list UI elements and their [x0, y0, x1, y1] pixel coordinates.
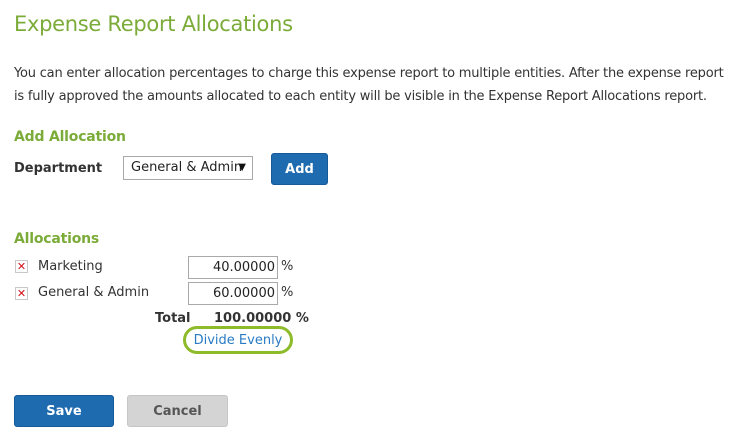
percent-sign: % — [281, 259, 294, 274]
allocation-percent-marketing[interactable]: 40.00000 — [188, 256, 278, 279]
allocation-label-marketing: Marketing — [38, 259, 103, 274]
department-select-value: General & Admin — [131, 160, 243, 175]
add-button[interactable]: Add — [271, 153, 328, 185]
dropdown-arrow-icon: ▼ — [238, 162, 246, 173]
cancel-button[interactable]: Cancel — [127, 395, 228, 427]
page-description: You can enter allocation percentages to … — [14, 66, 724, 104]
percent-sign: % — [281, 285, 294, 300]
remove-general-admin-icon[interactable]: ✕ — [15, 287, 28, 300]
save-button[interactable]: Save — [14, 395, 114, 427]
allocation-percent-general-admin[interactable]: 60.00000 — [188, 282, 278, 305]
department-label: Department — [14, 161, 103, 176]
allocations-heading: Allocations — [14, 231, 100, 247]
add-allocation-heading: Add Allocation — [14, 129, 126, 145]
divide-evenly-link[interactable]: Divide Evenly — [194, 333, 283, 348]
allocation-label-general-admin: General & Admin — [38, 285, 150, 300]
total-value: 100.00000 % — [214, 311, 309, 326]
divide-evenly-highlight: Divide Evenly — [183, 326, 293, 354]
remove-marketing-icon[interactable]: ✕ — [15, 260, 28, 273]
department-select[interactable]: General & Admin ▼ — [123, 156, 253, 180]
page-title: Expense Report Allocations — [14, 12, 293, 36]
total-label: Total — [155, 311, 191, 326]
